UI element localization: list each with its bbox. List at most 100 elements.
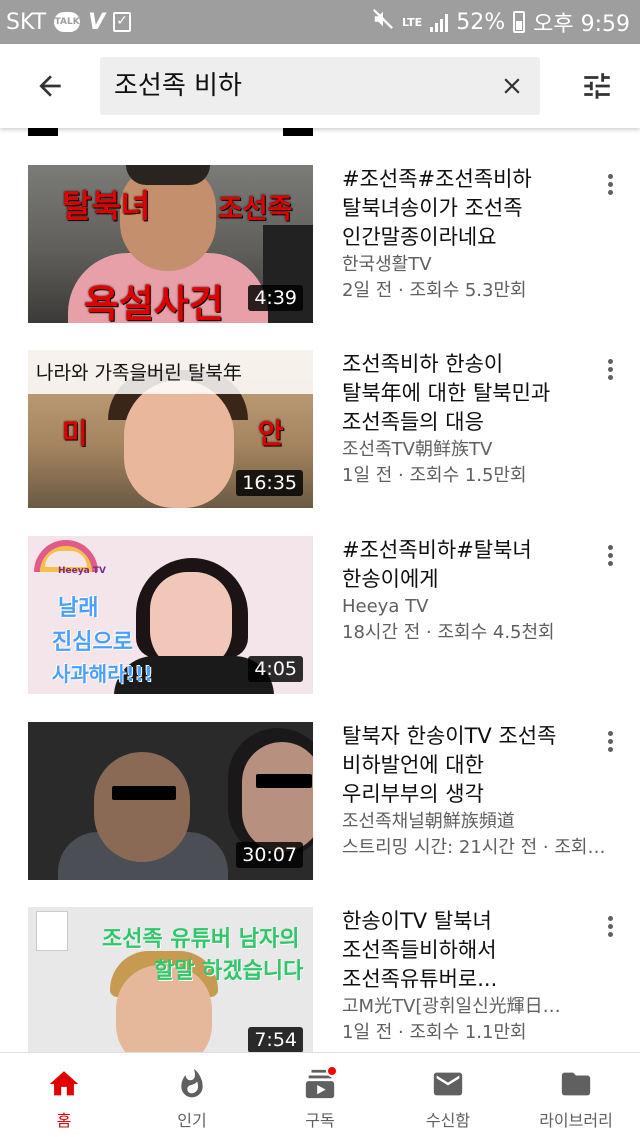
thumbnail-decor <box>94 752 190 862</box>
clipboard-check-icon: ✓ <box>113 12 132 32</box>
video-meta: 2일 전 · 조회수 5.3만회 <box>342 280 527 301</box>
signal-icon <box>430 12 449 32</box>
more-options-button[interactable] <box>598 911 622 941</box>
video-thumbnail[interactable]: 탈북녀 조선족 욕설사건 4:39 <box>28 165 313 323</box>
thumbnail-caption: Heeya TV <box>58 566 106 576</box>
thumbnail-caption: 미 <box>62 417 88 450</box>
close-icon <box>504 78 520 94</box>
battery-percent: 52% <box>456 9 506 35</box>
video-result-item[interactable]: 30:07 탈북자 한송이TV 조선족 비하발언에 대한 우리부부의 생각 조선… <box>0 722 640 882</box>
video-info[interactable]: #조선족#조선족비하 탈북녀송이가 조선족 인간말종이라네요 한국생활TV 2일… <box>342 165 592 304</box>
search-filter-button[interactable] <box>572 64 622 108</box>
video-thumbnail[interactable]: 조선족 유튜버 남자의 할말 하겠습니다 7:54 <box>28 907 313 1052</box>
lte-icon: LTE <box>401 15 423 29</box>
video-duration: 30:07 <box>236 842 303 868</box>
thumbnail-caption: 욕설사건 <box>84 282 224 323</box>
clock: 오후 9:59 <box>533 12 630 37</box>
thumbnail-decor <box>36 911 68 951</box>
v-app-icon: V <box>88 9 106 35</box>
video-result-item[interactable]: 나라와 가족을버린 탈북年 미 안 16:35 조선족비하 한송이 탈북年에 대… <box>0 350 640 510</box>
more-options-button[interactable] <box>598 169 622 199</box>
video-title[interactable]: #조선족#조선족비하 탈북녀송이가 조선족 인간말종이라네요 <box>342 165 592 252</box>
sunglasses-icon <box>112 786 176 800</box>
back-button[interactable] <box>22 64 78 108</box>
video-info[interactable]: #조선족비하#탈북녀 한송이에게 Heeya TV 18시간 전 · 조회수 4… <box>342 536 592 646</box>
video-info[interactable]: 조선족비하 한송이 탈북年에 대한 탈북민과 조선족들의 대응 조선족TV朝鲜族… <box>342 350 592 489</box>
channel-name: Heeya TV <box>342 596 429 617</box>
thumbnail-caption: 안 <box>258 417 284 450</box>
clear-search-button[interactable] <box>496 70 528 102</box>
video-result-item[interactable]: 조선족 유튜버 남자의 할말 하겠습니다 7:54 한송이TV 탈북녀 조선족들… <box>0 907 640 1052</box>
trending-flame-icon <box>174 1067 210 1101</box>
video-title-line: 조선족들의 대응 <box>342 410 484 434</box>
nav-label: 라이브러리 <box>539 1111 613 1130</box>
video-title-line: 조선족들비하해서 <box>342 938 497 962</box>
notification-dot <box>326 1065 338 1077</box>
mute-icon <box>372 8 394 36</box>
video-result-item[interactable]: 탈북녀 조선족 욕설사건 4:39 #조선족#조선족비하 탈북녀송이가 조선족 … <box>0 165 640 325</box>
channel-name: 조선족채널朝鮮族頻道 <box>342 811 515 832</box>
nav-item-library[interactable]: 라이브러리 <box>512 1053 640 1137</box>
thumbnail-caption: 나라와 가족을버린 탈북年 <box>36 362 242 384</box>
previous-thumbnail-edge <box>28 128 313 136</box>
thumbnail-caption: 탈북녀 <box>62 187 151 225</box>
thumbnail-caption: 조선족 유튜버 남자의 <box>102 927 300 952</box>
more-options-button[interactable] <box>598 354 622 384</box>
status-bar-right: LTE 52% 오후 9:59 <box>372 6 630 38</box>
nav-item-home[interactable]: 홈 <box>0 1053 128 1137</box>
nav-item-subscriptions[interactable]: 구독 <box>256 1053 384 1137</box>
status-bar-left: SKT TALK V ✓ <box>6 9 132 35</box>
video-meta: 스트리밍 시간: 21시간 전 · 조회… <box>342 837 606 858</box>
more-options-button[interactable] <box>598 726 622 756</box>
battery-icon <box>513 11 526 33</box>
video-title-line: 우리부부의 생각 <box>342 782 484 806</box>
nav-label: 구독 <box>305 1111 335 1130</box>
video-thumbnail[interactable]: 나라와 가족을버린 탈북年 미 안 16:35 <box>28 350 313 508</box>
video-title-line: 한송이에게 <box>342 567 439 591</box>
carrier-label: SKT <box>6 9 47 35</box>
nav-item-inbox[interactable]: 수신함 <box>384 1053 512 1137</box>
search-query-text[interactable]: 조선족 비하 <box>114 57 242 115</box>
nav-label: 수신함 <box>425 1111 471 1130</box>
thumbnail-caption: 날래 <box>58 596 99 621</box>
video-meta: 18시간 전 · 조회수 4.5천회 <box>342 622 555 643</box>
video-meta: 1일 전 · 조회수 1.1만회 <box>342 1022 527 1043</box>
search-input[interactable]: 조선족 비하 <box>100 57 540 115</box>
video-title[interactable]: #조선족비하#탈북녀 한송이에게 <box>342 536 592 594</box>
video-title[interactable]: 한송이TV 탈북녀 조선족들비하해서 조선족유튜버로... <box>342 907 592 994</box>
tune-icon <box>584 73 610 99</box>
subscriptions-icon <box>302 1065 338 1101</box>
nav-label: 인기 <box>177 1111 207 1130</box>
video-thumbnail[interactable]: 30:07 <box>28 722 313 880</box>
video-info[interactable]: 탈북자 한송이TV 조선족 비하발언에 대한 우리부부의 생각 조선족채널朝鮮族… <box>342 722 605 861</box>
video-title-line: #조선족비하#탈북녀 <box>342 538 532 562</box>
video-duration: 4:05 <box>248 656 303 682</box>
search-header: 조선족 비하 <box>0 44 640 128</box>
video-meta: 1일 전 · 조회수 1.5만회 <box>342 465 527 486</box>
video-info[interactable]: 한송이TV 탈북녀 조선족들비하해서 조선족유튜버로... 고M光TV[광휘일신… <box>342 907 592 1046</box>
search-results-feed[interactable]: 탈북녀 조선족 욕설사건 4:39 #조선족#조선족비하 탈북녀송이가 조선족 … <box>0 128 640 1052</box>
video-duration: 4:39 <box>248 285 303 311</box>
home-icon <box>46 1067 82 1101</box>
nav-item-trending[interactable]: 인기 <box>128 1053 256 1137</box>
channel-name: 한국생활TV <box>342 254 432 275</box>
inbox-mail-icon <box>430 1067 466 1101</box>
video-title-line: 탈북녀송이가 조선족 <box>342 196 523 220</box>
video-duration: 16:35 <box>236 470 303 496</box>
sunglasses-icon <box>256 774 312 788</box>
kakaotalk-icon: TALK <box>54 12 81 32</box>
video-title[interactable]: 탈북자 한송이TV 조선족 비하발언에 대한 우리부부의 생각 <box>342 722 592 809</box>
video-title[interactable]: 조선족비하 한송이 탈북年에 대한 탈북민과 조선족들의 대응 <box>342 350 592 437</box>
status-bar: SKT TALK V ✓ LTE 52% 오후 9:59 <box>0 0 640 44</box>
video-title-line: 한송이TV 탈북녀 <box>342 909 492 933</box>
more-options-button[interactable] <box>598 540 622 570</box>
library-folder-icon <box>558 1067 594 1101</box>
thumbnail-decor <box>124 380 234 508</box>
video-thumbnail[interactable]: Heeya TV 날래 진심으로 사과해라!!! 4:05 <box>28 536 313 694</box>
nav-label: 홈 <box>56 1111 72 1130</box>
video-result-item[interactable]: Heeya TV 날래 진심으로 사과해라!!! 4:05 #조선족비하#탈북녀… <box>0 536 640 696</box>
video-title-line: 조선족유튜버로... <box>342 967 498 991</box>
video-title-line: 탈북자 한송이TV 조선족 <box>342 724 557 748</box>
thumbnail-decor <box>242 742 313 852</box>
thumbnail-caption: 사과해라!!! <box>52 662 153 686</box>
